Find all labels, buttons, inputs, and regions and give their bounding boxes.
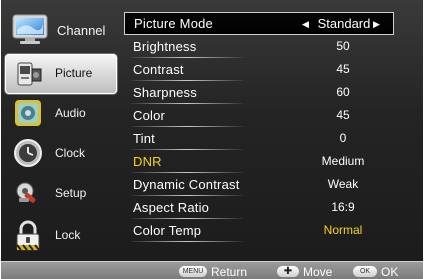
row-value: 45 xyxy=(336,62,350,76)
footer-hints: MENU Return ✚ Move OK OK xyxy=(1,261,423,279)
row-sharpness[interactable]: Sharpness 60 xyxy=(123,81,395,104)
row-contrast[interactable]: Contrast 45 xyxy=(123,58,395,81)
row-tint[interactable]: Tint 0 xyxy=(123,127,395,150)
monitor-icon xyxy=(11,12,51,46)
sidebar-item-label: Audio xyxy=(55,106,86,120)
row-color[interactable]: Color 45 xyxy=(123,104,395,127)
tv-osd-window: Channel Picture Audio Clock Setup Lock P… xyxy=(1,0,423,279)
row-label: Sharpness xyxy=(133,85,197,100)
picture-settings-list: Picture Mode ◀ Standard ▶ Brightness 50 … xyxy=(123,12,395,244)
row-label: Tint xyxy=(133,131,155,146)
sidebar-item-setup[interactable]: Setup xyxy=(5,174,117,214)
sidebar: Channel Picture Audio Clock Setup Lock xyxy=(5,8,117,260)
row-value: 0 xyxy=(339,131,347,145)
clock-icon xyxy=(13,138,43,168)
row-value: 16:9 xyxy=(331,200,355,214)
lock-icon xyxy=(13,220,43,251)
row-color-temp[interactable]: Color Temp Normal xyxy=(123,219,395,242)
row-label: Brightness xyxy=(133,39,197,54)
row-value: 45 xyxy=(336,108,350,122)
move-key-icon: ✚ xyxy=(277,266,299,277)
row-divider xyxy=(131,241,243,242)
sidebar-item-label: Clock xyxy=(55,146,86,160)
menu-key-icon: MENU xyxy=(179,266,207,277)
sidebar-item-label: Lock xyxy=(55,228,81,242)
row-dnr[interactable]: DNR Medium xyxy=(123,150,395,173)
row-label: Picture Mode xyxy=(134,16,213,31)
sidebar-item-picture[interactable]: Picture xyxy=(5,54,117,94)
audio-icon xyxy=(13,98,43,128)
sidebar-item-label: Setup xyxy=(55,186,87,200)
arrow-right-icon[interactable]: ▶ xyxy=(373,19,380,30)
setup-icon xyxy=(13,178,43,208)
row-value: 60 xyxy=(336,85,350,99)
row-value: 50 xyxy=(336,39,350,53)
sidebar-item-lock[interactable]: Lock xyxy=(5,216,117,256)
row-label: DNR xyxy=(133,154,162,169)
row-value: Weak xyxy=(327,177,359,191)
sidebar-item-clock[interactable]: Clock xyxy=(5,134,117,174)
ok-label: OK xyxy=(381,265,399,279)
sidebar-item-label: Picture xyxy=(55,66,93,80)
picture-icon xyxy=(15,59,45,89)
sidebar-item-channel[interactable]: Channel xyxy=(5,8,117,48)
row-brightness[interactable]: Brightness 50 xyxy=(123,35,395,58)
row-value: Medium xyxy=(321,154,365,168)
sidebar-item-label: Channel xyxy=(57,23,106,38)
return-label: Return xyxy=(211,265,248,279)
row-label: Aspect Ratio xyxy=(133,200,210,215)
row-aspect-ratio[interactable]: Aspect Ratio 16:9 xyxy=(123,196,395,219)
row-label: Color xyxy=(133,108,166,123)
ok-key-icon: OK xyxy=(353,266,377,277)
row-dynamic-contrast[interactable]: Dynamic Contrast Weak xyxy=(123,173,395,196)
row-picture-mode[interactable]: Picture Mode ◀ Standard ▶ xyxy=(124,12,394,35)
row-label: Contrast xyxy=(133,62,184,77)
row-label: Color Temp xyxy=(133,223,202,238)
row-value: Normal xyxy=(323,223,363,237)
sidebar-item-audio[interactable]: Audio xyxy=(5,94,117,134)
move-label: Move xyxy=(303,265,333,279)
row-label: Dynamic Contrast xyxy=(133,177,240,192)
